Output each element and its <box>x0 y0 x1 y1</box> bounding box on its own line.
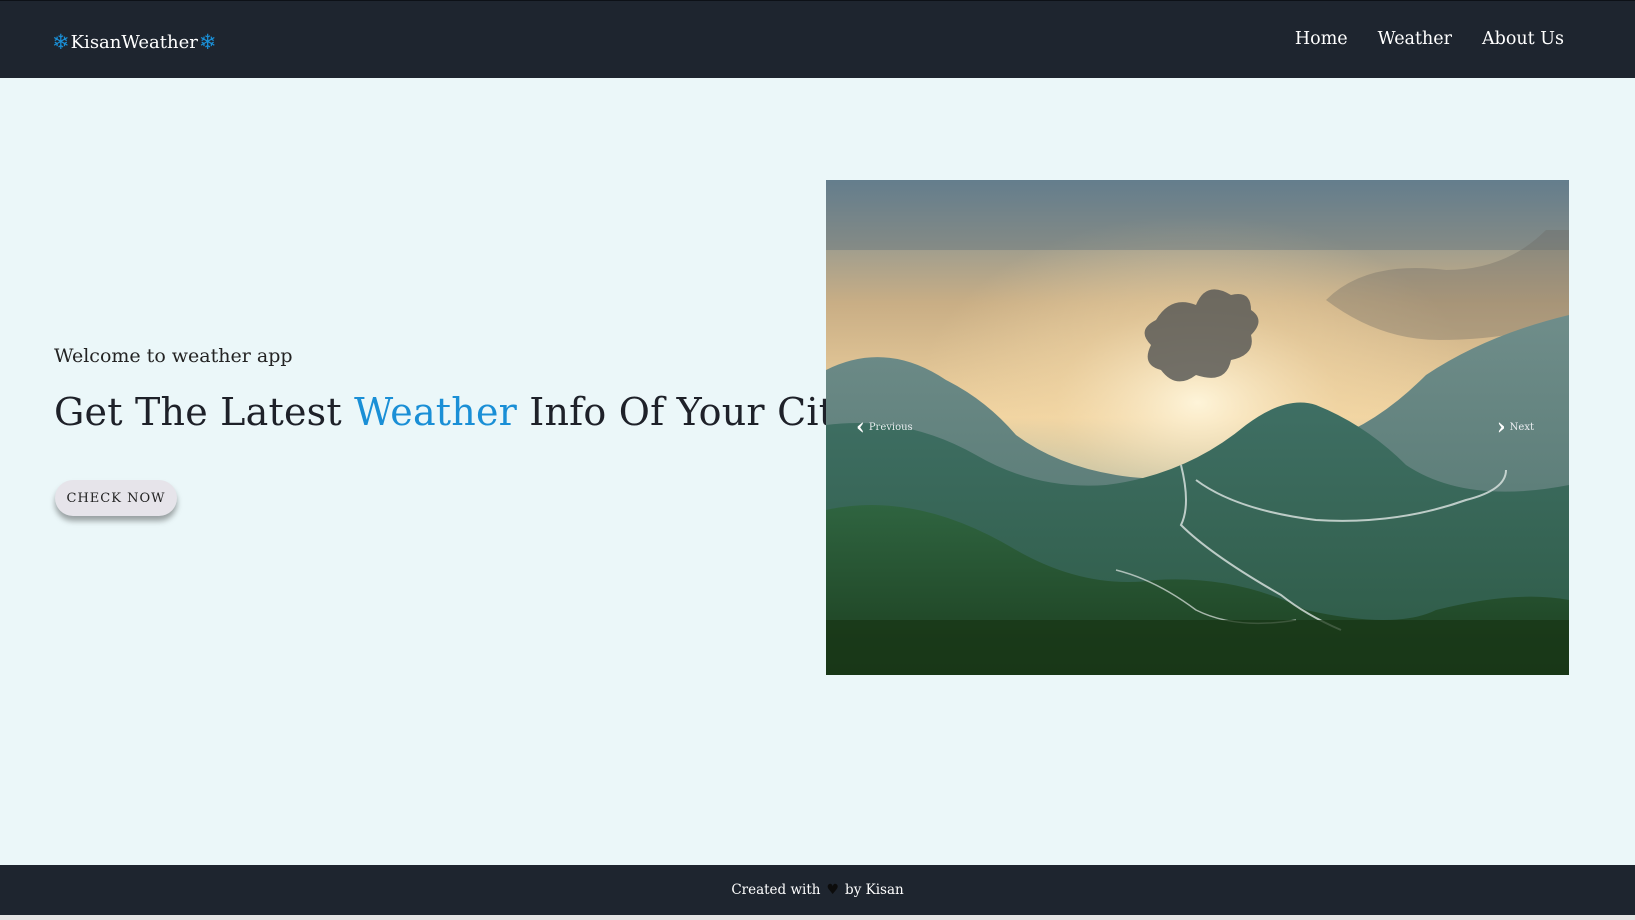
chevron-left-icon: ‹ <box>856 414 865 440</box>
nav-about-link[interactable]: About Us <box>1482 29 1564 49</box>
mountain-valley-sunrise-image <box>826 180 1569 675</box>
snowflake-icon: ❄ <box>52 29 70 54</box>
carousel-next-control[interactable]: › Next <box>1497 416 1534 438</box>
headline-accent: Weather <box>354 390 517 434</box>
headline-end: Info Of Your City <box>529 390 856 434</box>
next-label: Next <box>1509 421 1534 433</box>
headline-start: Get The Latest <box>54 390 342 434</box>
brand-logo[interactable]: ❄ KisanWeather ❄ <box>52 28 216 56</box>
image-carousel: ‹ Previous › Next <box>826 180 1569 675</box>
heart-icon: ♥ <box>826 882 840 898</box>
nav-home-link[interactable]: Home <box>1295 29 1348 49</box>
footer-text-start: Created with <box>731 882 821 898</box>
brand-name: KisanWeather <box>70 31 198 53</box>
hero-headline: Get The Latest Weather Info Of Your City <box>54 390 856 434</box>
footer-text-end: by Kisan <box>845 882 904 898</box>
footer: Created with ♥ by Kisan <box>0 865 1635 915</box>
nav-weather-link[interactable]: Weather <box>1378 29 1452 49</box>
carousel-previous-control[interactable]: ‹ Previous <box>856 416 913 438</box>
snowflake-icon: ❄ <box>198 29 217 54</box>
page-bottom-edge <box>0 915 1635 920</box>
nav-menu: Home Weather About Us <box>1295 29 1564 49</box>
previous-label: Previous <box>868 421 913 433</box>
welcome-text: Welcome to weather app <box>54 345 293 367</box>
check-now-button[interactable]: CHECK NOW <box>55 480 177 516</box>
chevron-right-icon: › <box>1496 414 1506 440</box>
hero-section: Welcome to weather app Get The Latest We… <box>0 78 1635 865</box>
navbar: ❄ KisanWeather ❄ Home Weather About Us <box>0 0 1635 78</box>
